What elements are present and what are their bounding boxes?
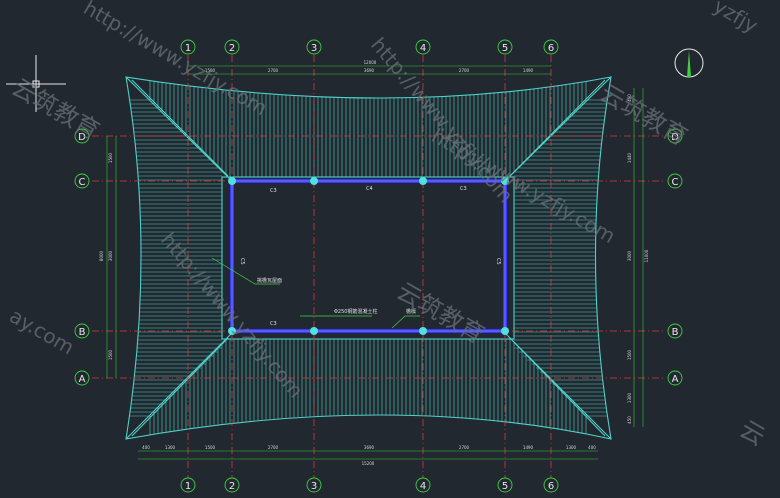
dim-bottom-6: 2700 (459, 445, 470, 450)
dim-bottom-1: 400 (142, 445, 150, 450)
dim-bottom-total: 15200 (362, 461, 375, 466)
dim-left-2: 3000 (108, 250, 113, 261)
axis-bottom-5: 5 (502, 481, 508, 492)
watermark-partial-2: ay.com (6, 304, 79, 360)
axis-bottom-2: 2 (229, 481, 235, 492)
dim-top-4: 2700 (459, 68, 470, 73)
axis-bottom-6: 6 (548, 481, 554, 492)
watermark-partial-1: yzfjy (710, 0, 763, 38)
dim-left-1: 1500 (108, 152, 113, 163)
dim-right-6: 450 (627, 416, 632, 424)
beam-label-right: C5 (495, 258, 501, 265)
dim-bottom-8: 1300 (566, 445, 577, 450)
note-column: Φ250钢筋混凝土柱 (334, 308, 377, 315)
watermark-brand-2: 云筑教育 (595, 79, 692, 151)
dim-right-3: 3000 (627, 250, 632, 261)
axis-right-C: C (672, 177, 679, 188)
dim-right-5: 1300 (627, 392, 632, 403)
dim-bottom-5: 3690 (364, 445, 375, 450)
beam-label-top-right: C3 (460, 186, 467, 192)
beam-label-top-mid: C4 (366, 186, 373, 192)
axis-right-A: A (672, 374, 679, 385)
axis-bottom-1: 1 (185, 481, 191, 492)
beam-label-bottom-left: C3 (270, 321, 277, 327)
axis-left-B: B (79, 327, 86, 338)
watermark-partial-3: 云 (735, 415, 770, 451)
axis-top-4: 4 (420, 43, 426, 54)
dim-bottom-9: 400 (588, 445, 596, 450)
axis-top-6: 6 (548, 43, 554, 54)
note-roof: 挑檐瓦屋面 (257, 277, 282, 284)
dim-left-total: 8000 (99, 250, 104, 261)
dim-right-4: 1500 (627, 349, 632, 360)
watermark-url-3: http://www.yzfjy.com (428, 124, 620, 249)
dim-top-5: 1490 (523, 68, 534, 73)
dim-right-2: 1440 (627, 152, 632, 163)
dim-left-3: 1500 (108, 349, 113, 360)
watermark-url-1: http://www.yzfjy.com (80, 0, 272, 120)
axis-bottom-3: 3 (311, 481, 317, 492)
dim-bottom-7: 1490 (523, 445, 534, 450)
dim-bottom-2: 1300 (165, 445, 176, 450)
dim-top-3: 3690 (364, 68, 375, 73)
dim-bottom-4: 2700 (268, 445, 279, 450)
watermark: http://www.yzfjy.com http://www.yzfjy.co… (6, 0, 770, 451)
axis-bottom-4: 4 (420, 481, 426, 492)
dim-bottom-3: 1500 (205, 445, 216, 450)
cad-drawing-canvas: C3 C4 C3 C3 C5 C5 挑檐瓦屋面 Φ250钢筋混凝土柱 檐檩 1 … (6, 0, 770, 493)
beam-label-left: C5 (239, 258, 245, 265)
axis-top-2: 2 (229, 43, 235, 54)
roof-hatching (129, 80, 608, 435)
north-arrow-icon (674, 48, 704, 78)
axis-right-B: B (672, 327, 679, 338)
dim-top-total: 12000 (364, 60, 377, 65)
beam-label-top-left: C3 (270, 188, 277, 194)
axis-left-A: A (79, 374, 86, 385)
dim-top-2: 2700 (268, 68, 279, 73)
dim-right-total: 11000 (644, 249, 649, 262)
axis-left-C: C (79, 177, 86, 188)
axis-top-5: 5 (502, 43, 508, 54)
axis-top-3: 3 (311, 43, 317, 54)
